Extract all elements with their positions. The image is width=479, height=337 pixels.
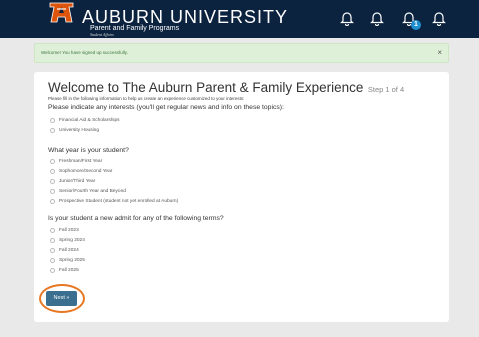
- notification-badge: 1: [411, 20, 421, 30]
- close-icon[interactable]: ×: [437, 48, 442, 58]
- bell-icon[interactable]: [370, 10, 384, 26]
- admit-term-question: Is your student a new admit for any of t…: [48, 215, 224, 222]
- option-label: Fall 2024: [59, 248, 79, 253]
- radio-button[interactable]: [50, 189, 55, 194]
- checkbox[interactable]: [50, 118, 55, 123]
- highlight-circle: [39, 284, 85, 313]
- brand-tagline: Student Affairs: [90, 32, 114, 37]
- checkbox[interactable]: [50, 268, 55, 273]
- option-label: Spring 2024: [59, 238, 85, 243]
- bell-icon[interactable]: [340, 10, 354, 26]
- bell-icon[interactable]: [432, 10, 446, 26]
- option-label: Junior/Third Year: [59, 179, 96, 184]
- success-alert: Welcome! You have signed up successfully…: [34, 43, 449, 63]
- radio-button[interactable]: [50, 169, 55, 174]
- option-label: Fall 2025: [59, 268, 79, 273]
- alert-message: Welcome! You have signed up successfully…: [41, 50, 128, 55]
- student-year-question: What year is your student?: [48, 147, 129, 154]
- radio-button[interactable]: [50, 159, 55, 164]
- form-heading: Welcome to The Auburn Parent & Family Ex…: [48, 80, 364, 95]
- radio-button[interactable]: [50, 199, 55, 204]
- signup-form-card: Welcome to The Auburn Parent & Family Ex…: [34, 72, 449, 322]
- option-label: Sophomore/Second Year: [59, 169, 113, 174]
- checkbox[interactable]: [50, 228, 55, 233]
- option-label: Financial Aid & Scholarships: [59, 118, 120, 123]
- interests-question: Please indicate any interests (you'll ge…: [48, 104, 284, 111]
- checkbox[interactable]: [50, 128, 55, 133]
- auburn-logo[interactable]: [48, 0, 75, 25]
- form-intro: Please fill in the following information…: [48, 96, 245, 101]
- checkbox[interactable]: [50, 238, 55, 243]
- option-label: Freshman/First Year: [59, 159, 103, 164]
- option-label: Prospective Student (student not yet enr…: [59, 199, 179, 204]
- radio-button[interactable]: [50, 179, 55, 184]
- brand-title[interactable]: AUBURN UNIVERSITY: [82, 8, 288, 26]
- checkbox[interactable]: [50, 258, 55, 263]
- checkbox[interactable]: [50, 248, 55, 253]
- option-label: Fall 2023: [59, 228, 79, 233]
- site-header: AUBURN UNIVERSITY Parent and Family Prog…: [0, 0, 479, 38]
- option-label: Spring 2025: [59, 258, 85, 263]
- option-label: Senior/Fourth Year and Beyond: [59, 189, 126, 194]
- step-indicator: Step 1 of 4: [367, 85, 405, 94]
- option-label: University Housing: [59, 128, 99, 133]
